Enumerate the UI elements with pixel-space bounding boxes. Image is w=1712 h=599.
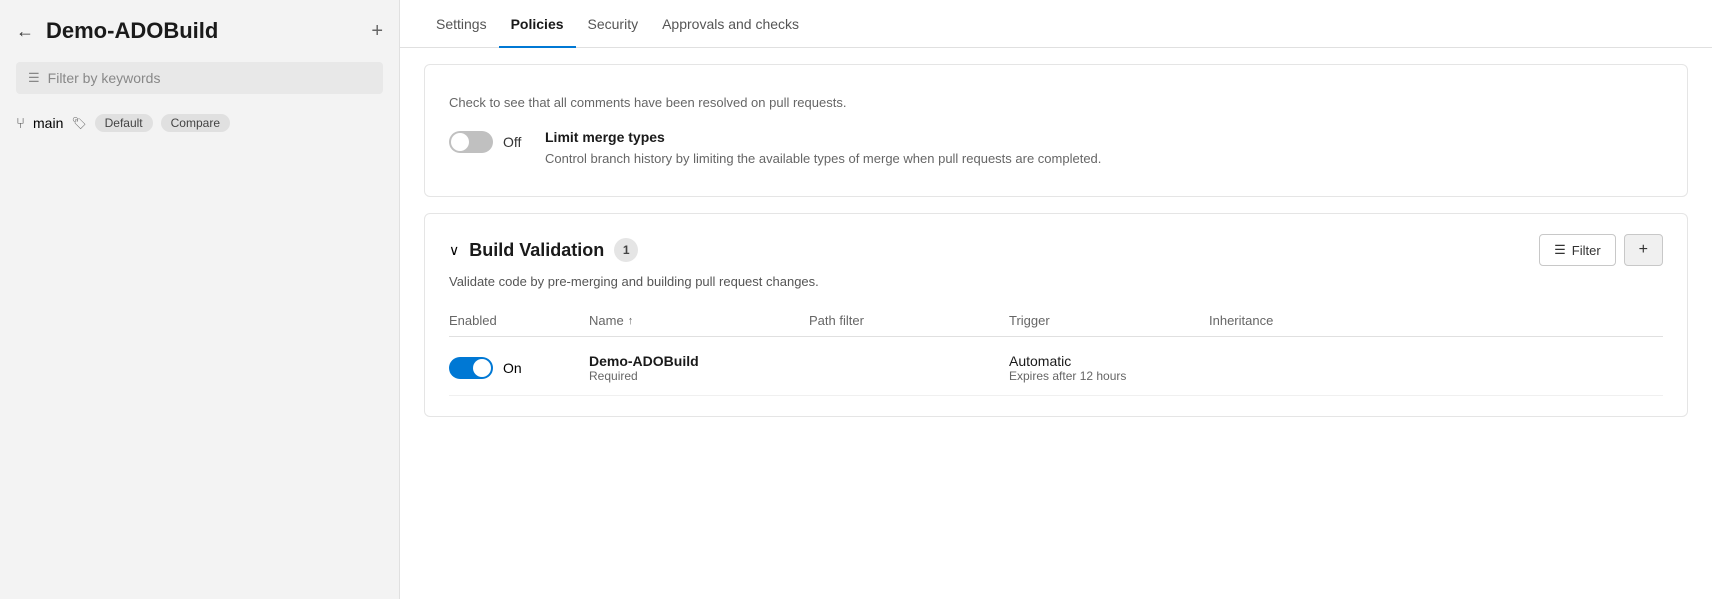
limit-merge-desc: Control branch history by limiting the a… (545, 149, 1101, 169)
col-inheritance: Inheritance (1209, 313, 1369, 328)
branch-name: main (33, 115, 63, 131)
compare-badge[interactable]: Compare (161, 114, 230, 132)
col-name[interactable]: Name ↑ (589, 313, 809, 328)
limit-merge-policy-row: Off Limit merge types Control branch his… (449, 121, 1663, 177)
build-validation-count: 1 (614, 238, 638, 262)
row-trigger-main: Automatic (1009, 353, 1209, 369)
collapse-icon[interactable]: ∨ (449, 242, 459, 259)
back-button[interactable]: ← (16, 21, 34, 42)
col-enabled: Enabled (449, 313, 589, 328)
comments-policy-card: Check to see that all comments have been… (424, 64, 1688, 197)
build-filter-button[interactable]: ☰ Filter (1539, 234, 1616, 266)
filter-lines-icon: ☰ (1554, 242, 1566, 258)
row-name-cell: Demo-ADOBuild Required (589, 353, 809, 383)
sidebar-header: ← Demo-ADOBuild + (0, 0, 399, 62)
col-path-filter: Path filter (809, 313, 1009, 328)
table-row: On Demo-ADOBuild Required Automatic Expi… (449, 341, 1663, 396)
toggle-knob (451, 133, 469, 151)
col-trigger: Trigger (1009, 313, 1209, 328)
filter-placeholder: Filter by keywords (48, 70, 161, 86)
toggle-off-label: Off (503, 134, 521, 150)
comments-policy-desc: Check to see that all comments have been… (449, 93, 846, 113)
limit-merge-text: Limit merge types Control branch history… (545, 129, 1101, 169)
tab-settings[interactable]: Settings (424, 0, 499, 48)
content-area: Check to see that all comments have been… (400, 48, 1712, 599)
limit-merge-toggle-wrap[interactable]: Off (449, 131, 529, 153)
build-validation-title: Build Validation (469, 240, 604, 261)
row-toggle-cell[interactable]: On (449, 357, 589, 379)
main-panel: Settings Policies Security Approvals and… (400, 0, 1712, 599)
build-validation-header: ∨ Build Validation 1 ☰ Filter + (449, 234, 1663, 266)
row-name: Demo-ADOBuild (589, 353, 809, 369)
row-sub: Required (589, 369, 809, 383)
row-trigger-cell: Automatic Expires after 12 hours (1009, 353, 1209, 383)
table-header: Enabled Name ↑ Path filter Trigger Inher… (449, 305, 1663, 337)
row-trigger-sub: Expires after 12 hours (1009, 369, 1209, 383)
tab-security[interactable]: Security (576, 0, 651, 48)
tab-approvals[interactable]: Approvals and checks (650, 0, 811, 48)
sidebar: ← Demo-ADOBuild + ☰ Filter by keywords ⑂… (0, 0, 400, 599)
project-title: Demo-ADOBuild (46, 18, 359, 44)
filter-bar[interactable]: ☰ Filter by keywords (16, 62, 383, 94)
row-enabled-toggle[interactable] (449, 357, 493, 379)
toggle-knob-on (473, 359, 491, 377)
limit-merge-title: Limit merge types (545, 129, 1101, 145)
filter-btn-label: Filter (1572, 243, 1601, 258)
branch-row: ⑂ main 🏷 Default Compare (0, 106, 399, 140)
build-validation-card: ∨ Build Validation 1 ☰ Filter + Validate… (424, 213, 1688, 417)
row-toggle-label: On (503, 360, 522, 376)
default-badge[interactable]: Default (95, 114, 153, 132)
limit-merge-toggle[interactable] (449, 131, 493, 153)
tag-icon: 🏷 (71, 116, 86, 130)
build-add-button[interactable]: + (1624, 234, 1663, 266)
add-branch-button[interactable]: + (371, 20, 383, 43)
branch-icon: ⑂ (16, 115, 25, 132)
filter-icon: ☰ (28, 70, 40, 86)
section-actions: ☰ Filter + (1539, 234, 1663, 266)
comments-policy-row: Check to see that all comments have been… (449, 85, 1663, 121)
build-validation-desc: Validate code by pre-merging and buildin… (449, 274, 1663, 289)
sort-icon: ↑ (628, 315, 634, 327)
tabs-bar: Settings Policies Security Approvals and… (400, 0, 1712, 48)
tab-policies[interactable]: Policies (499, 0, 576, 48)
